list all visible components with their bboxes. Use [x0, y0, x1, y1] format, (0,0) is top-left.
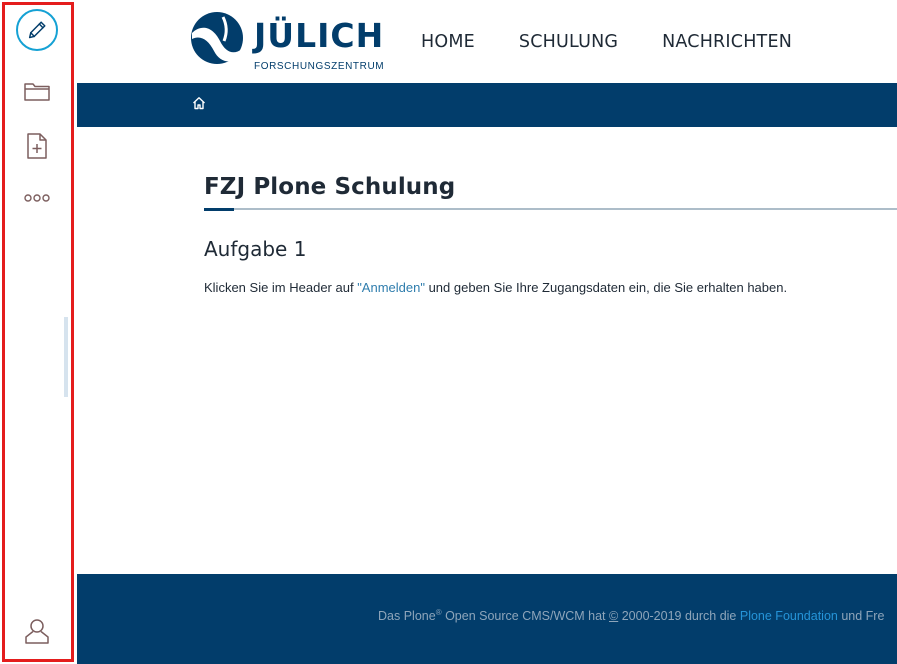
page-title: FZJ Plone Schulung — [204, 174, 456, 200]
instruction-paragraph: Klicken Sie im Header auf "Anmelden" und… — [204, 279, 897, 297]
more-icon — [24, 194, 50, 202]
title-underline — [204, 208, 897, 211]
edit-button[interactable] — [16, 9, 58, 51]
breadcrumb-bar — [77, 83, 897, 127]
logo-subtitle: FORSCHUNGSZENTRUM — [254, 61, 385, 72]
pencil-icon — [28, 21, 46, 39]
user-icon — [25, 619, 49, 644]
paragraph-text-after: und geben Sie Ihre Zugangsdaten ein, die… — [424, 280, 788, 295]
plone-foundation-link[interactable]: Plone Foundation — [740, 609, 838, 623]
plone-toolbar — [0, 0, 76, 664]
footer-text-1: Das Plone — [378, 609, 436, 624]
folder-icon — [24, 83, 50, 101]
footer-text-4: und Fre — [837, 609, 885, 624]
logo-text: JÜLICH FORSCHUNGSZENTRUM — [254, 11, 385, 73]
nav-item-schulung[interactable]: SCHULUNG — [519, 32, 618, 52]
title-underline-accent — [204, 208, 234, 211]
toolbar-scrollbar[interactable] — [64, 317, 68, 397]
user-button[interactable] — [16, 610, 58, 652]
site-footer: Das Plone® Open Source CMS/WCM hat © 200… — [77, 574, 897, 664]
site-logo[interactable]: JÜLICH FORSCHUNGSZENTRUM — [190, 11, 384, 72]
more-button[interactable] — [16, 177, 58, 219]
anmelden-link[interactable]: "Anmelden" — [357, 280, 425, 295]
home-icon[interactable] — [192, 96, 206, 110]
juelich-logo-mark-icon — [191, 12, 243, 64]
copyright-mark: © — [609, 609, 619, 624]
nav-item-nachrichten[interactable]: NACHRICHTEN — [662, 32, 792, 52]
paragraph-text-before: Klicken Sie im Header auf — [204, 280, 358, 295]
main-navigation: HOME SCHULUNG NACHRICHTEN — [421, 32, 836, 52]
nav-item-home[interactable]: HOME — [421, 32, 475, 52]
logo-name: JÜLICH — [254, 16, 385, 55]
footer-credits: Das Plone® Open Source CMS/WCM hat © 200… — [378, 608, 884, 623]
main-content: FZJ Plone Schulung Aufgabe 1 Klicken Sie… — [204, 127, 897, 297]
contents-button[interactable] — [16, 70, 58, 112]
site-header: JÜLICH FORSCHUNGSZENTRUM HOME SCHULUNG N… — [77, 0, 897, 83]
add-new-button[interactable] — [16, 125, 58, 167]
footer-text-2: Open Source CMS/WCM hat — [441, 609, 610, 624]
add-file-icon — [27, 133, 47, 159]
footer-text-3: 2000-2019 durch die — [618, 609, 740, 624]
section-heading: Aufgabe 1 — [204, 237, 307, 261]
